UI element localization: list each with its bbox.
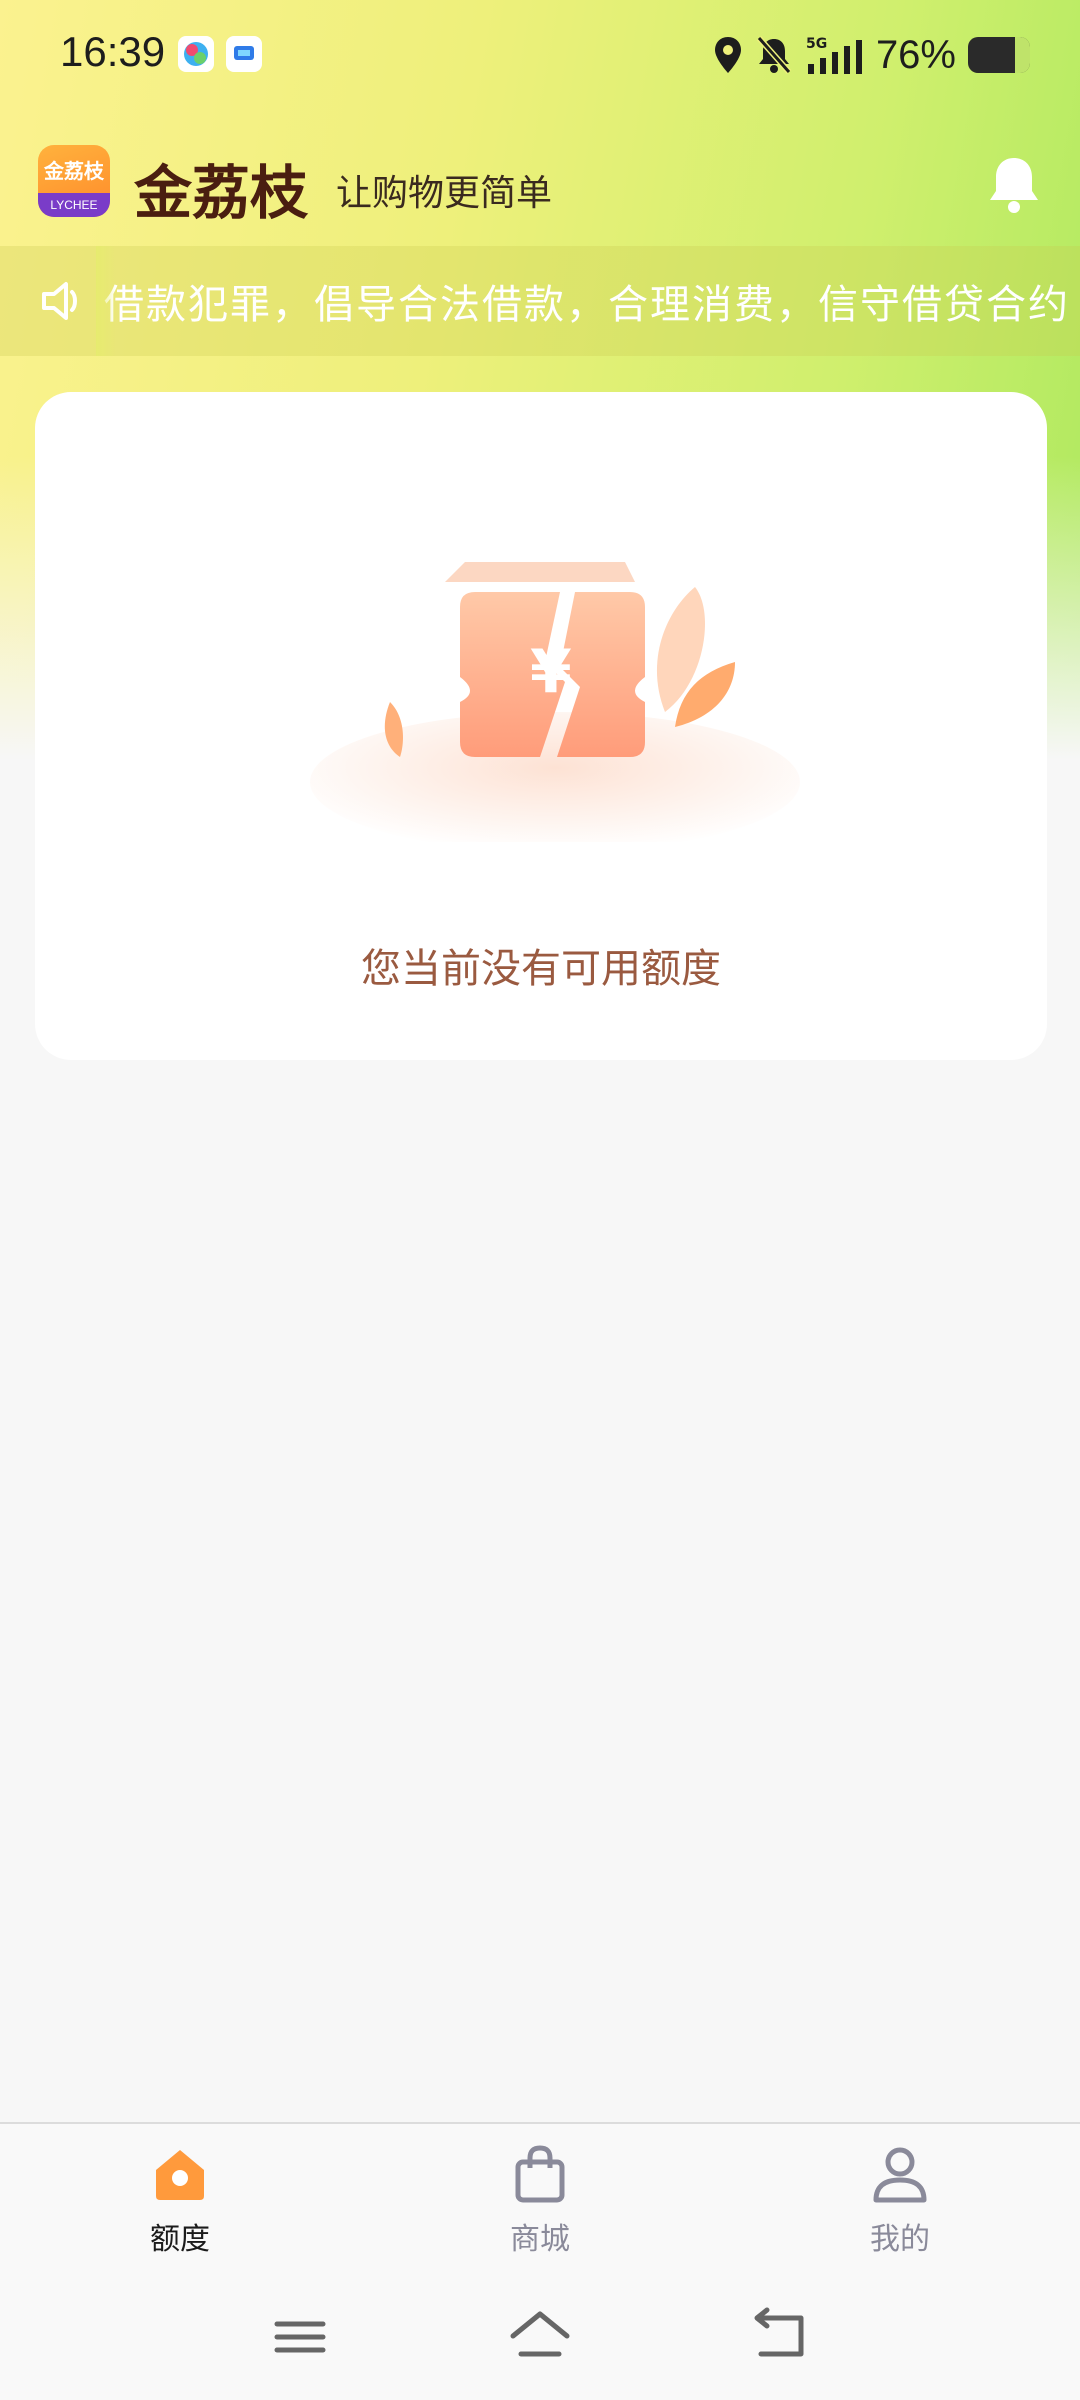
home-icon [156,2150,204,2200]
back-icon[interactable] [745,2302,815,2372]
credit-card-panel: ¥ 您当前没有可用额度 [35,392,1047,1060]
svg-text:¥: ¥ [530,637,572,707]
app-logo: 金荔枝 LYCHEE [38,145,110,217]
app-notification-icon [178,36,214,72]
battery-percentage: 76% [875,32,956,77]
tab-profile-label: 我的 [870,2222,930,2257]
bell-icon[interactable] [986,154,1042,216]
tab-credit-label: 额度 [150,2222,210,2257]
home-nav-icon[interactable] [505,2302,575,2372]
system-navigation-bar [0,2272,1080,2400]
logo-band-text: LYCHEE [38,193,110,217]
bottom-tab-bar: 额度 商城 我的 [0,2122,1080,2274]
speaker-icon [42,282,77,320]
tab-mall-label: 商城 [510,2222,570,2257]
signal-icon: 5G [806,36,862,74]
notice-text: 借款犯罪，倡导合法借款，合理消费，信守借贷合约 [104,282,1070,328]
app-name: 金荔枝 [134,159,309,227]
location-icon [714,37,741,73]
app-header: 金荔枝 LYCHEE 金荔枝 让购物更简单 [0,140,1080,250]
tab-credit[interactable]: 额度 [80,2142,280,2262]
message-notification-icon [226,36,262,72]
empty-ticket-illustration: ¥ [310,562,800,842]
logo-text: 金荔枝 [44,159,104,183]
empty-credit-message: 您当前没有可用额度 [361,946,721,992]
tab-profile[interactable]: 我的 [800,2142,1000,2262]
tab-mall[interactable]: 商城 [440,2142,640,2262]
notice-marquee[interactable]: 借款犯罪，倡导合法借款，合理消费，信守借贷合约 [0,246,1080,356]
svg-text:5G: 5G [806,36,827,52]
status-time: 16:39 [60,28,166,75]
status-bar: 16:39 5G 76% [0,0,1080,110]
battery-icon [968,37,1030,73]
menu-icon[interactable] [265,2302,335,2372]
person-icon [873,2147,927,2203]
app-slogan: 让购物更简单 [336,173,553,214]
shopping-bag-icon [515,2145,565,2203]
silent-bell-icon [756,36,792,74]
